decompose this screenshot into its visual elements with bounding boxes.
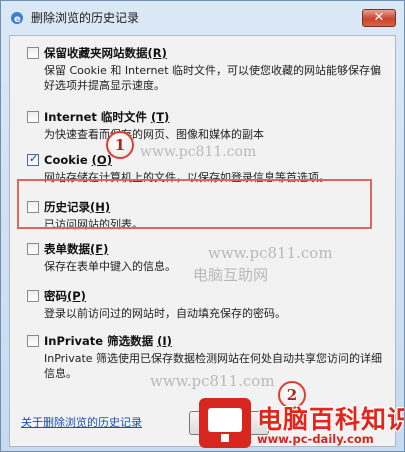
- svg-text:e: e: [14, 14, 21, 25]
- monitor-logo-icon: [199, 398, 251, 448]
- option-label: 表单数据: [44, 242, 90, 256]
- option-accel: (F): [90, 242, 109, 256]
- delete-browsing-history-dialog: e 删除浏览的历史记录 ✕ 保留收藏夹网站数据(R) 保留 Cookie 和 I…: [0, 0, 405, 452]
- option-label: 保留收藏夹网站数据: [44, 46, 148, 60]
- options-panel: 保留收藏夹网站数据(R) 保留 Cookie 和 Internet 临时文件，可…: [9, 35, 396, 447]
- watermark-url: www.pc811.com: [140, 144, 257, 160]
- option-label: 密码: [44, 289, 67, 303]
- option-accel: (O): [91, 153, 112, 167]
- cookies-checkbox[interactable]: [27, 152, 39, 166]
- watermark-url: www.pc811.com: [208, 244, 333, 262]
- option-label: Cookie: [44, 153, 88, 167]
- passwords-checkbox[interactable]: [27, 290, 39, 302]
- brand-url: www.pc-daily.com: [257, 432, 374, 446]
- option-accel: (R): [147, 46, 167, 60]
- brand-name: 电脑百科知识: [257, 405, 405, 434]
- form-data-checkbox[interactable]: [27, 243, 39, 255]
- ie-icon: e: [11, 12, 23, 25]
- window-title: 删除浏览的历史记录: [31, 11, 140, 25]
- title-bar: e 删除浏览的历史记录 ✕: [1, 1, 404, 34]
- watermark-url: www.pc811.com: [150, 372, 275, 390]
- option-accel: (T): [150, 110, 170, 124]
- temp-files-checkbox[interactable]: [27, 111, 39, 123]
- about-deleting-history-link[interactable]: 关于删除浏览的历史记录: [21, 414, 142, 430]
- option-description: 为快速查看而保存的网页、图像和媒体的副本: [44, 128, 264, 141]
- option-description: 登录以前访问过的网站时，自动填充保存的密码。: [44, 307, 286, 320]
- cookie-highlight-box: [17, 179, 372, 229]
- option-accel: (P): [67, 289, 86, 303]
- inprivate-checkbox[interactable]: [27, 335, 39, 347]
- option-label: Internet 临时文件: [44, 110, 147, 124]
- callout-1: 1: [106, 131, 134, 159]
- option-label: InPrivate 筛选数据: [44, 334, 154, 348]
- preserve-favorites-checkbox[interactable]: [27, 47, 39, 59]
- option-description: 保留 Cookie 和 Internet 临时文件，可以使您收藏的网站能够保存偏…: [44, 64, 381, 92]
- option-accel: (I): [157, 334, 172, 348]
- close-button[interactable]: ✕: [362, 9, 396, 27]
- watermark-text: 电脑互助网: [193, 266, 269, 284]
- site-watermark: 电脑百科知识 www.pc-daily.com: [199, 394, 405, 451]
